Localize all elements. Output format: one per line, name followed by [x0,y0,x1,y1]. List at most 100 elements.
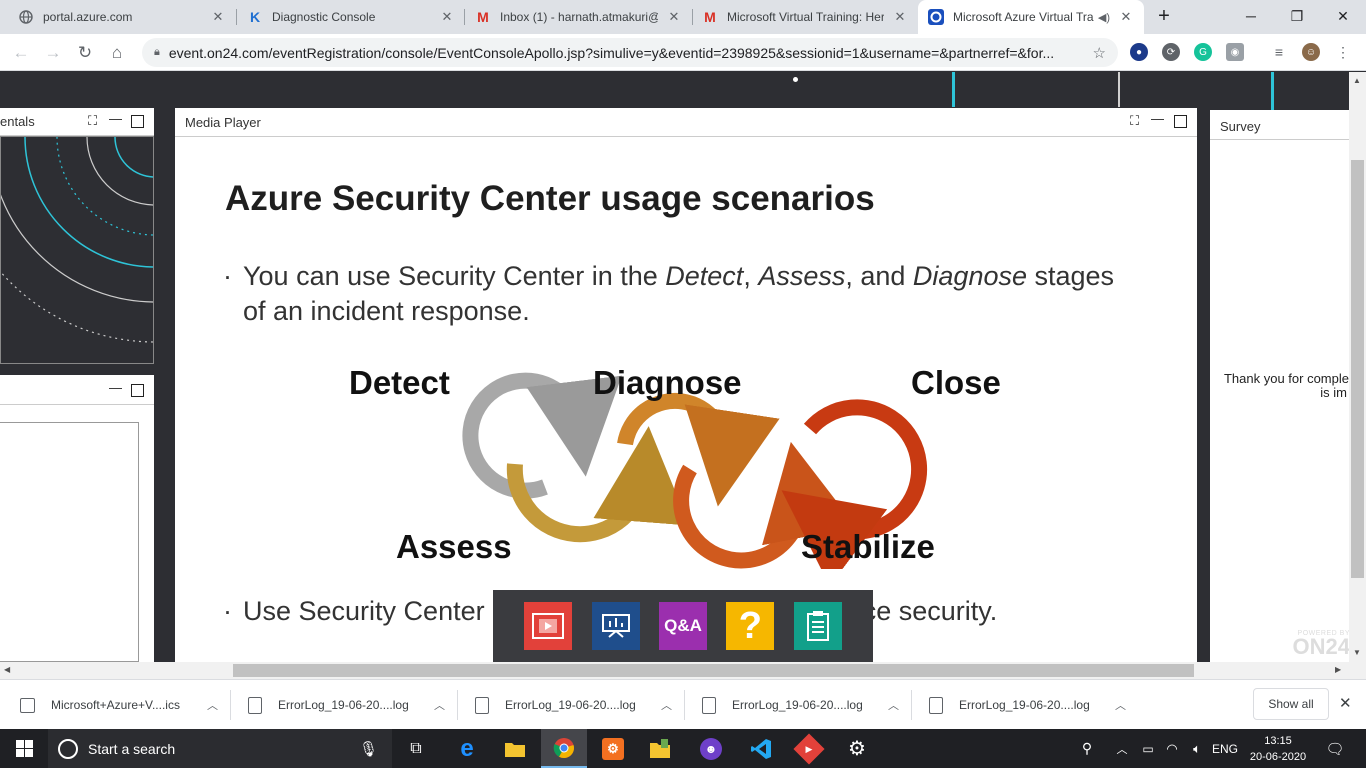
minimize-panel-icon[interactable]: — [109,380,122,395]
horizontal-scrollbar[interactable]: ◀ ▶ [0,662,1366,679]
github-desktop-icon[interactable]: ☻ [690,729,732,768]
survey-text-line: is im [1320,385,1347,400]
volume-icon[interactable]: 🔈︎ [1186,729,1208,768]
show-hidden-icons-chevron-up-icon[interactable]: ︿ [1112,729,1132,768]
restore-button[interactable]: ❐ [1274,0,1320,32]
xampp-icon[interactable]: ⚙ [592,729,634,768]
tab-gmail-inbox[interactable]: M Inbox (1) - harnath.atmakuri@ ✕ [465,0,692,34]
chevron-up-icon[interactable]: ︿ [661,697,672,713]
download-item[interactable]: ErrorLog_19-06-20....log ︿ [929,680,1136,730]
tab-title: Inbox (1) - harnath.atmakuri@ [500,10,658,24]
extension-globe-icon[interactable]: ● [1130,43,1148,61]
camera-icon[interactable]: ◉ [1226,43,1244,61]
qa-widget-button[interactable]: Q&A [658,602,707,650]
on24-logo: POWERED BY ON24 [1280,630,1350,658]
file-icon [702,696,716,714]
edge-browser-icon[interactable]: e [446,729,488,768]
close-tab-icon[interactable]: ✕ [666,9,682,25]
taskbar-search-box[interactable]: Start a search 🎙︎ [48,729,392,768]
tab-gmail-virtual-training[interactable]: M Microsoft Virtual Training: Here ✕ [692,0,918,34]
expand-icon[interactable]: ⛶ [88,113,97,129]
reload-button[interactable]: ↻ [72,40,98,66]
expand-icon[interactable]: ⛶ [1130,113,1139,129]
folder-tool-icon[interactable] [639,729,681,768]
scroll-down-arrow-icon[interactable]: ▼ [1353,648,1361,657]
task-view-icon[interactable]: ⧉ [396,729,436,768]
gmail-icon: M [477,9,489,25]
home-button[interactable]: ⌂ [104,40,130,66]
fundamentals-panel-header: entals ⛶ — [0,108,154,136]
chevron-up-icon[interactable]: ︿ [1115,697,1126,713]
minimize-panel-icon[interactable]: — [1151,111,1164,126]
address-bar[interactable]: 🔒︎ event.on24.com/eventRegistration/cons… [142,38,1118,67]
tab-portal-azure[interactable]: portal.azure.com ✕ [8,0,236,34]
download-divider [457,690,458,720]
cycle-label-close: Close [911,364,1001,401]
media-player-widget-button[interactable] [524,602,573,650]
minimize-button[interactable]: ─ [1228,0,1274,32]
settings-gear-icon[interactable]: ⚙ [836,729,878,768]
close-downloads-icon[interactable]: ✕ [1339,694,1352,712]
maximize-panel-icon[interactable] [131,384,144,397]
download-item[interactable]: ErrorLog_19-06-20....log ︿ [702,680,909,730]
chevron-up-icon[interactable]: ︿ [434,697,445,713]
help-widget-button[interactable]: ? [726,602,775,650]
file-icon [475,696,489,714]
speaker-icon[interactable]: ◀) [1098,11,1110,24]
tab-azure-virtual-training[interactable]: Microsoft Azure Virtual Tra ◀) ✕ [918,0,1144,34]
maximize-panel-icon[interactable] [1174,115,1187,128]
slide-bullet-1: · You can use Security Center in the Det… [223,259,1155,329]
clipboard-icon [806,611,829,641]
slides-widget-button[interactable] [591,602,640,650]
calendar-file-icon [20,697,35,713]
vertical-scroll-thumb[interactable] [1351,160,1364,578]
notifications-icon[interactable]: 🗨︎ [1318,729,1352,768]
vertical-scrollbar[interactable]: ▲ ▼ [1349,72,1366,662]
git-client-icon[interactable]: ▶ [788,729,830,768]
back-button[interactable]: ← [8,40,34,66]
language-indicator[interactable]: ENG [1210,729,1240,768]
fundamentals-panel-graphic [0,136,154,364]
clock[interactable]: 13:15 20-06-2020 [1244,729,1312,768]
close-tab-icon[interactable]: ✕ [1118,9,1134,25]
download-item[interactable]: Microsoft+Azure+V....ics ︿ [20,680,228,730]
scroll-up-arrow-icon[interactable]: ▲ [1353,76,1361,85]
grammarly-icon[interactable]: G [1194,43,1212,61]
chrome-menu-icon[interactable]: ⋮ [1334,43,1352,61]
scroll-left-arrow-icon[interactable]: ◀ [4,665,10,674]
vscode-icon[interactable] [740,729,782,768]
battery-icon[interactable]: ▭ [1138,729,1158,768]
close-tab-icon[interactable]: ✕ [439,9,455,25]
forward-button[interactable]: → [40,40,66,66]
close-tab-icon[interactable]: ✕ [892,9,908,25]
minimize-panel-icon[interactable]: — [109,111,122,126]
scroll-right-arrow-icon[interactable]: ▶ [1335,665,1341,674]
clock-date: 20-06-2020 [1249,750,1307,763]
close-tab-icon[interactable]: ✕ [210,9,226,25]
extension-sync-icon[interactable]: ⟳ [1162,43,1180,61]
tab-diagnostic-console[interactable]: K Diagnostic Console ✕ [237,0,465,34]
chevron-up-icon[interactable]: ︿ [207,697,218,713]
people-icon[interactable]: ⚲ [1075,729,1099,768]
new-tab-button[interactable]: + [1144,0,1184,32]
chrome-taskbar-icon[interactable] [541,729,587,768]
close-window-button[interactable]: ✕ [1320,0,1366,32]
avatar[interactable]: ☺ [1302,43,1320,61]
presentation-slide: Azure Security Center usage scenarios · … [175,137,1197,662]
bookmark-star-icon[interactable]: ☆ [1093,44,1106,62]
microphone-icon[interactable]: 🎙︎ [359,740,378,758]
chevron-up-icon[interactable]: ︿ [888,697,899,713]
download-item[interactable]: ErrorLog_19-06-20....log ︿ [475,680,682,730]
wifi-icon[interactable]: ◠ [1162,729,1182,768]
show-all-downloads-button[interactable]: Show all [1253,688,1329,720]
survey-widget-button[interactable] [793,602,842,650]
maximize-panel-icon[interactable] [131,115,144,128]
download-item[interactable]: ErrorLog_19-06-20....log ︿ [248,680,455,730]
file-explorer-icon[interactable] [494,729,536,768]
media-control-icon[interactable]: ≡ [1270,43,1288,61]
horizontal-scroll-thumb[interactable] [233,664,1194,677]
on24-icon [928,9,944,25]
download-filename: ErrorLog_19-06-20....log [732,698,863,712]
windows-start-icon[interactable] [0,729,48,768]
globe-icon [18,9,34,25]
